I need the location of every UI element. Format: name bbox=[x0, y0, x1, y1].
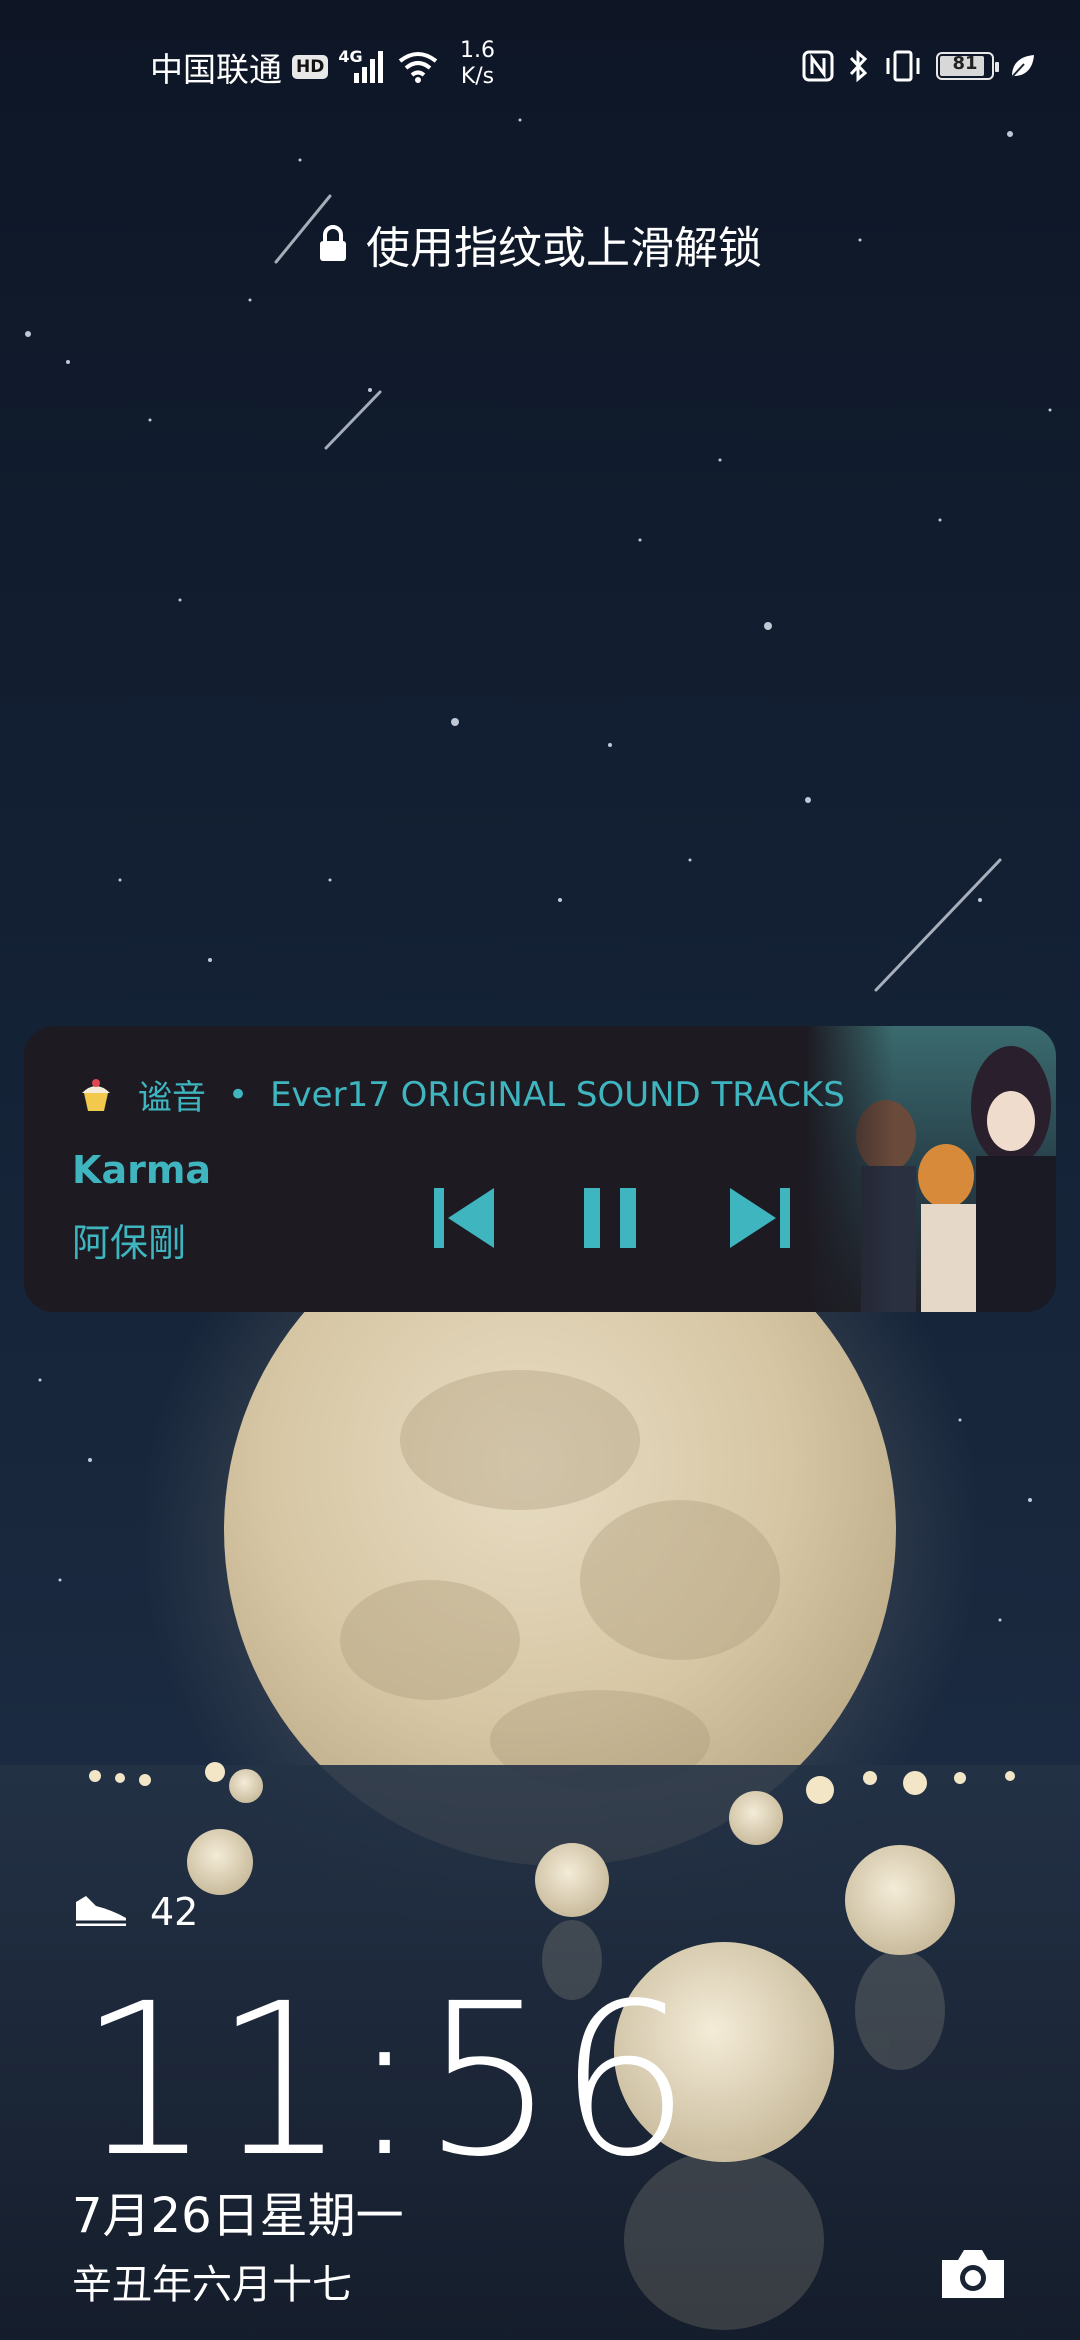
status-bar-right: 81 bbox=[802, 46, 1036, 86]
battery-level: 81 bbox=[952, 53, 978, 74]
network-speed: 1.6 K/s bbox=[460, 38, 495, 90]
song-title: Karma bbox=[72, 1148, 212, 1192]
app-icon bbox=[82, 1078, 110, 1111]
status-bar-left: 中国联通 HD 4G bbox=[150, 44, 440, 90]
album-name: Ever17 ORIGINAL SOUND TRACKS bbox=[270, 1074, 845, 1115]
lockscreen-clock: 11:56 bbox=[78, 1958, 694, 2203]
lock-icon bbox=[320, 225, 346, 261]
network-type: 4G bbox=[338, 47, 363, 66]
shoe-icon bbox=[76, 1896, 126, 1926]
speed-unit: K/s bbox=[460, 64, 495, 89]
unlock-hint-text: 使用指纹或上滑解锁 bbox=[366, 223, 762, 274]
step-count: 42 bbox=[150, 1890, 199, 1934]
hd-icon: HD bbox=[292, 55, 329, 79]
carrier-name: 中国联通 bbox=[150, 50, 282, 89]
bluetooth-icon bbox=[849, 49, 868, 83]
signal-icon: 4G bbox=[338, 47, 386, 87]
vibrate-icon bbox=[886, 50, 920, 82]
nfc-icon bbox=[802, 50, 834, 82]
pause-icon[interactable] bbox=[574, 1182, 646, 1254]
wifi-icon bbox=[399, 52, 438, 83]
camera-icon[interactable] bbox=[938, 2246, 1008, 2302]
lockscreen-date: 7月26日星期一 bbox=[72, 2188, 404, 2244]
app-name: 谧音 bbox=[138, 1078, 206, 1118]
battery-icon: 81 bbox=[936, 52, 999, 80]
separator: • bbox=[228, 1074, 249, 1115]
music-app-row: 谧音 • Ever17 ORIGINAL SOUND TRACKS bbox=[76, 1070, 845, 1119]
step-counter: 42 bbox=[72, 1890, 198, 1934]
album-art bbox=[806, 1026, 1056, 1312]
speed-value: 1.6 bbox=[460, 38, 495, 63]
previous-icon[interactable] bbox=[428, 1182, 500, 1254]
song-artist: 阿保剛 bbox=[72, 1221, 187, 1265]
unlock-hint: 使用指纹或上滑解锁 bbox=[0, 212, 1080, 276]
lunar-date: 辛丑年六月十七 bbox=[72, 2262, 352, 2308]
next-icon[interactable] bbox=[724, 1182, 796, 1254]
music-notification-card[interactable]: 谧音 • Ever17 ORIGINAL SOUND TRACKS Karma … bbox=[24, 1026, 1056, 1312]
leaf-icon bbox=[1011, 55, 1034, 78]
